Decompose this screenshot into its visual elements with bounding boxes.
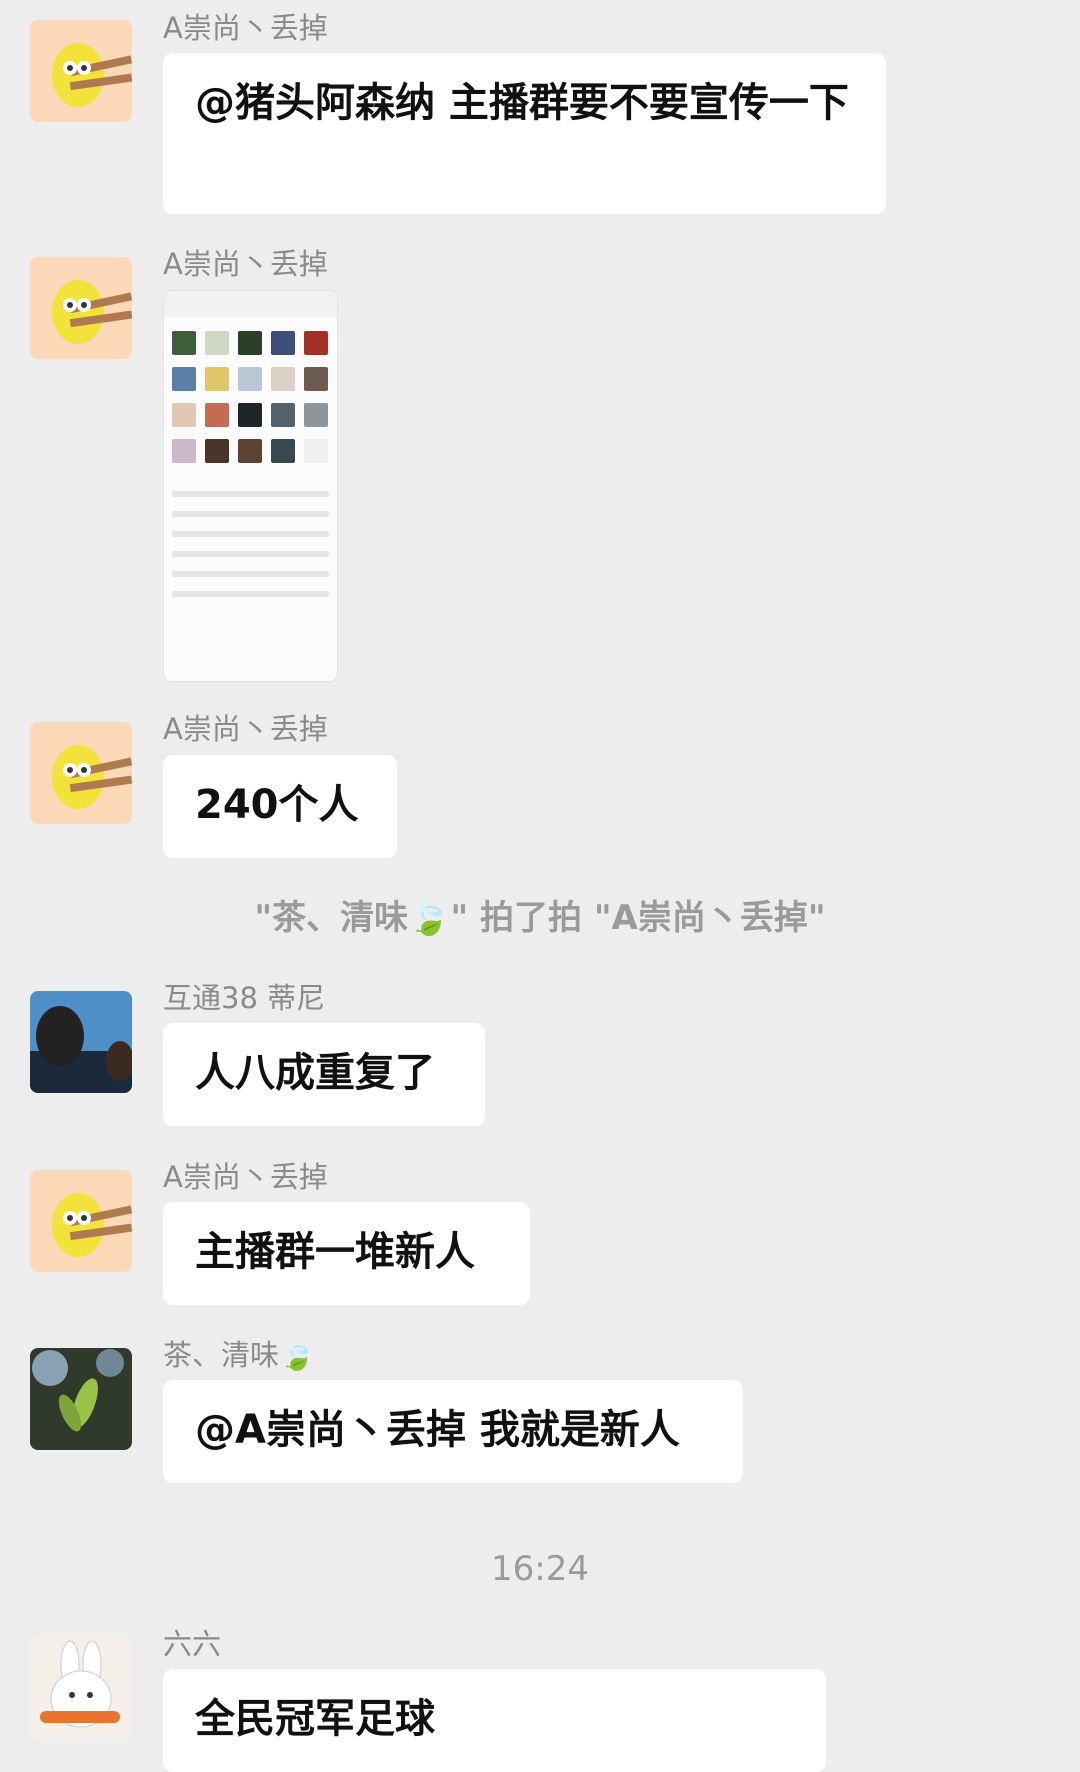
avatar-plant[interactable] [30,1348,132,1450]
message-bubble[interactable]: @猪头阿森纳 主播群要不要宣传一下 [163,53,886,214]
screenshot-statusbar [164,291,337,317]
message-bubble[interactable]: 主播群一堆新人 [163,1202,530,1305]
avatar-bunny[interactable] [30,1637,132,1739]
sender-name: A崇尚丶丢掉 [163,247,328,281]
bunny-avatar-icon [30,1637,132,1739]
sponge-avatar-icon [30,20,132,122]
message-bubble[interactable]: 人八成重复了 [163,1023,485,1126]
timestamp: 16:24 [491,1549,589,1589]
sender-name: 茶、清味🍃 [163,1338,316,1372]
sender-name: A崇尚丶丢掉 [163,1160,328,1194]
image-message[interactable] [163,290,338,682]
sender-name: 互通38 蒂尼 [163,981,326,1015]
avatar-sponge[interactable] [30,257,132,359]
avatar-sponge[interactable] [30,20,132,122]
sponge-avatar-icon [30,1170,132,1272]
message-bubble[interactable]: 全民冠军足球 [163,1669,826,1772]
avatar-sponge[interactable] [30,722,132,824]
screenshot-member-grid [164,317,337,477]
avatar-sponge[interactable] [30,1170,132,1272]
message-bubble[interactable]: 240个人 [163,755,397,858]
plant-avatar-icon [30,1348,132,1450]
sender-name: A崇尚丶丢掉 [163,712,328,746]
portrait-avatar-icon [30,991,132,1093]
sender-name: A崇尚丶丢掉 [163,11,328,45]
sponge-avatar-icon [30,722,132,824]
message-bubble[interactable]: @A崇尚丶丢掉 我就是新人 [163,1380,743,1483]
system-notice: "茶、清味🍃" 拍了拍 "A崇尚丶丢掉" [254,898,826,938]
avatar-photo[interactable] [30,991,132,1093]
sponge-avatar-icon [30,257,132,359]
sender-name: 六六 [163,1627,222,1661]
